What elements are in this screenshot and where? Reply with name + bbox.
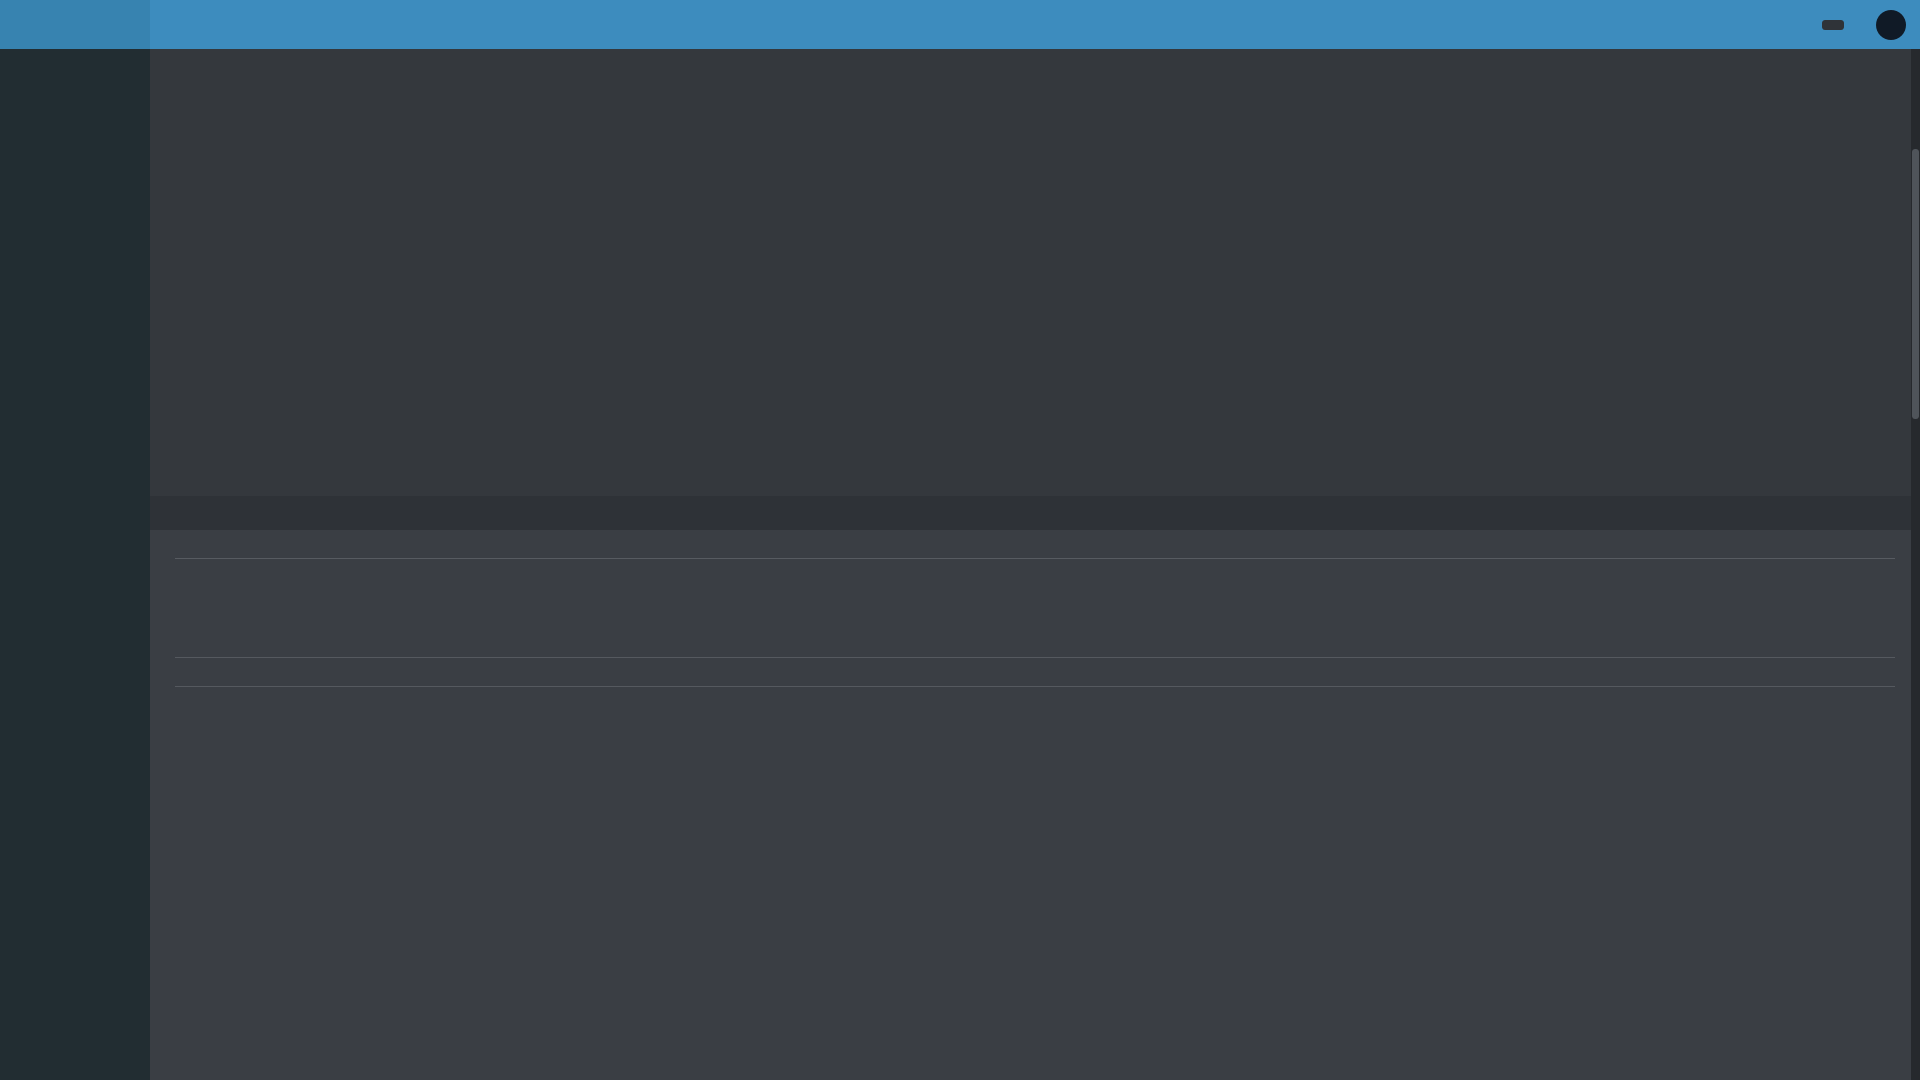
app-logo[interactable] [0,0,150,49]
nav-forward-button[interactable] [1656,0,1694,49]
devices-table-header [175,657,1895,687]
sidebar-toggle-button[interactable] [150,0,188,49]
move-button[interactable] [1732,0,1770,49]
nav-back-button[interactable] [1618,0,1656,49]
avatar[interactable] [1876,9,1906,40]
node-tabs [150,496,1920,530]
refresh-button[interactable] [1694,0,1732,49]
scrollbar-thumb[interactable] [1912,149,1919,419]
process-status-badge [1822,19,1844,30]
content [150,530,1920,1080]
scrollbar[interactable] [1911,49,1920,1080]
network-topology [150,49,1920,496]
divider [175,558,1895,559]
main-area [150,49,1920,1080]
notifications-button[interactable] [1770,0,1808,49]
sidebar [0,49,150,1080]
netalertx-app [0,0,1920,1080]
topbar [0,0,1920,49]
